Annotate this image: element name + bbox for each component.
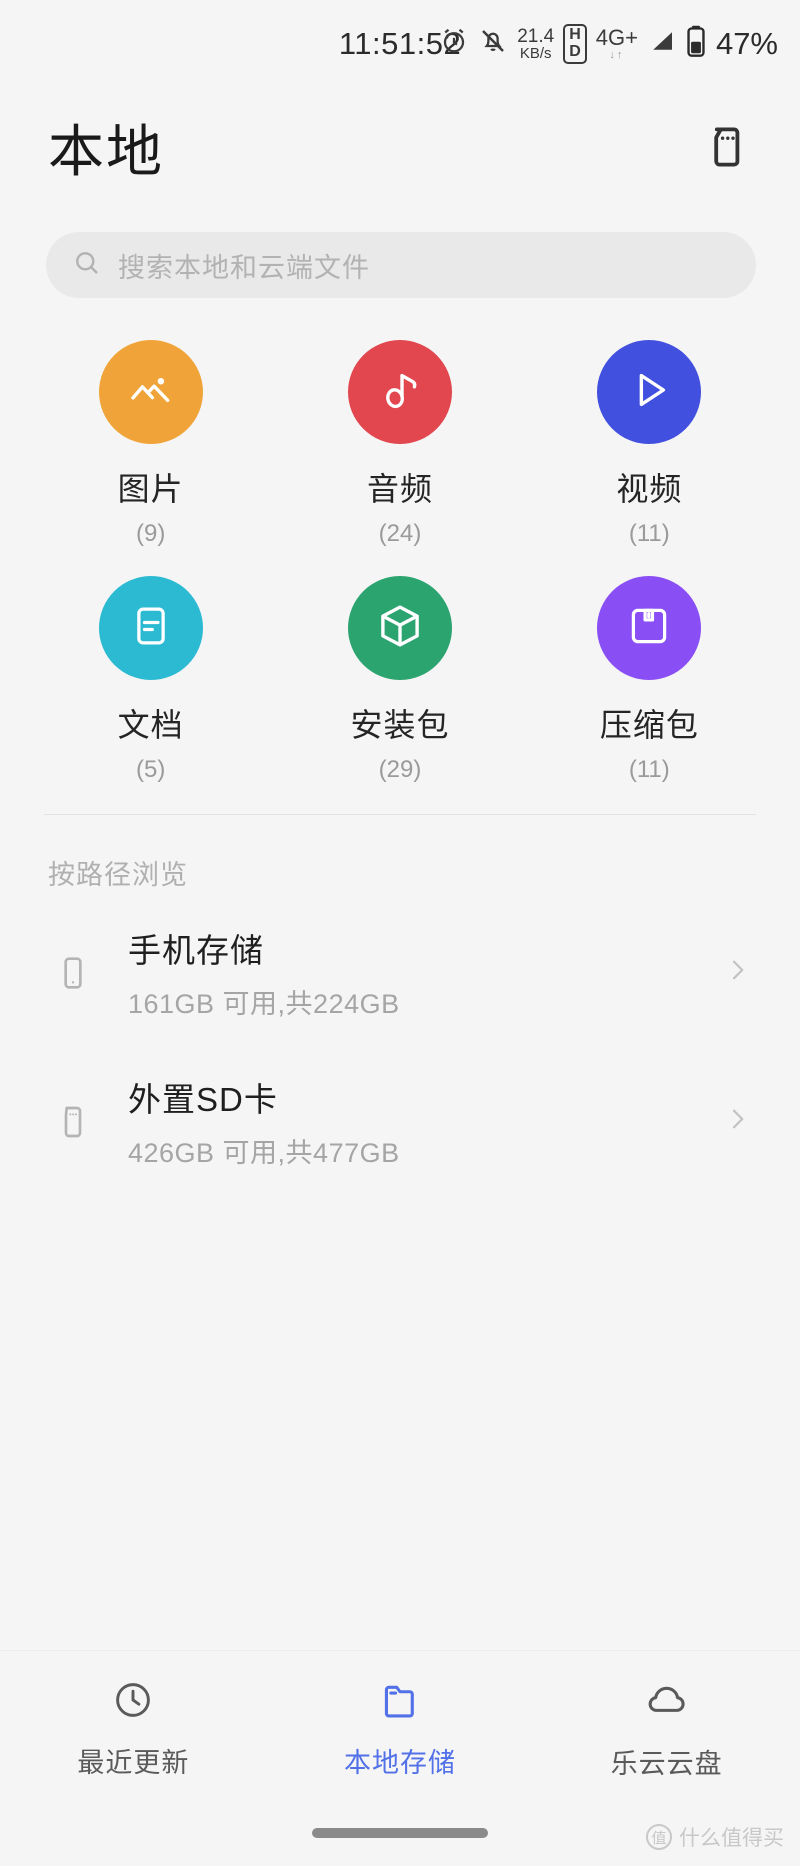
sd-card-icon [48, 1102, 98, 1142]
nav-item-local-storage[interactable]: 本地存储 [267, 1678, 534, 1780]
signal-bars-icon [647, 26, 677, 61]
bottom-navigation: 最近更新 本地存储 乐云云盘 [0, 1650, 800, 1800]
storage-name: 手机存储 [128, 932, 264, 969]
category-audio[interactable]: 音频 (24) [275, 328, 524, 548]
nav-label: 乐云云盘 [610, 1748, 723, 1779]
archive-icon [623, 600, 675, 657]
category-count: (9) [135, 520, 166, 547]
search-bar[interactable]: 搜索本地和云端文件 [46, 232, 756, 298]
storage-text: 手机存储 161GB 可用,共224GB [128, 924, 692, 1021]
cloud-icon [644, 1677, 690, 1728]
alarm-icon [439, 26, 469, 61]
image-icon [124, 363, 178, 422]
nav-label: 最近更新 [77, 1747, 190, 1778]
category-label: 音频 [366, 471, 433, 507]
category-count: (24) [378, 520, 422, 547]
storage-item-sdcard[interactable]: 外置SD卡 426GB 可用,共477GB [44, 1047, 760, 1196]
nav-label: 本地存储 [344, 1747, 456, 1778]
search-icon [72, 248, 102, 283]
category-count: (5) [135, 756, 166, 783]
storage-list: 手机存储 161GB 可用,共224GB 外置SD卡 426GB 可用,共477… [0, 898, 800, 1196]
category-grid: 图片 (9) 音频 (24) 视频 (11) 文档 (5) 安装包 (29) 压… [0, 298, 800, 784]
nav-item-recent[interactable]: 最近更新 [0, 1678, 267, 1780]
category-count: (11) [628, 520, 670, 547]
category-documents[interactable]: 文档 (5) [26, 564, 275, 784]
battery-percent: 47% [715, 25, 778, 61]
category-icon-circle [597, 576, 702, 680]
path-section-title: 按路径浏览 [48, 860, 188, 890]
category-label: 文档 [117, 707, 184, 743]
music-note-icon [373, 363, 427, 422]
sd-card-icon[interactable] [700, 119, 756, 175]
category-label: 视频 [616, 471, 683, 507]
category-label: 图片 [117, 471, 184, 507]
category-icon-circle [98, 340, 203, 444]
nav-item-cloud[interactable]: 乐云云盘 [533, 1677, 800, 1781]
category-video[interactable]: 视频 (11) [525, 328, 774, 548]
search-section: 搜索本地和云端文件 [0, 202, 800, 298]
storage-item-phone[interactable]: 手机存储 161GB 可用,共224GB [44, 898, 760, 1047]
battery-icon [686, 25, 706, 62]
storage-detail: 426GB 可用,共477GB [128, 1138, 400, 1168]
category-icon-circle [98, 576, 203, 680]
hd-icon: H D [563, 24, 587, 64]
category-count: (11) [628, 756, 670, 783]
page-title: 本地 [48, 119, 164, 183]
app-header: 本地 [0, 92, 800, 202]
network-speed: 21.4 KB/s [517, 25, 555, 62]
chevron-right-icon [722, 955, 752, 990]
storage-detail: 161GB 可用,共224GB [128, 989, 400, 1019]
chevron-right-icon [722, 1104, 752, 1139]
watermark: 值 什么值得买 [646, 1822, 784, 1852]
category-archives[interactable]: 压缩包 (11) [525, 564, 774, 784]
document-icon [125, 600, 177, 657]
category-packages[interactable]: 安装包 (29) [275, 564, 524, 784]
status-bar: 11:51:52 21.4 KB/s H D 4G+ ↓↑ 47% [0, 0, 800, 92]
storage-name: 外置SD卡 [128, 1081, 278, 1118]
clock-icon [111, 1678, 155, 1727]
category-icon-circle [597, 340, 702, 444]
home-indicator[interactable] [312, 1828, 488, 1838]
bell-muted-icon [478, 26, 508, 61]
search-input[interactable]: 搜索本地和云端文件 [118, 246, 370, 285]
status-icons: 21.4 KB/s H D 4G+ ↓↑ 47% [439, 24, 778, 64]
play-icon [622, 363, 676, 422]
category-label: 安装包 [350, 707, 450, 743]
category-images[interactable]: 图片 (9) [26, 328, 275, 548]
package-box-icon [373, 599, 427, 658]
storage-text: 外置SD卡 426GB 可用,共477GB [128, 1073, 692, 1170]
home-indicator-area: 值 什么值得买 [0, 1800, 800, 1866]
phone-storage-icon [48, 953, 98, 993]
category-count: (29) [378, 756, 422, 783]
watermark-text: 什么值得买 [679, 1827, 784, 1850]
category-icon-circle [347, 340, 452, 444]
watermark-badge: 值 [646, 1824, 672, 1850]
category-icon-circle [347, 576, 452, 680]
network-type: 4G+ ↓↑ [595, 24, 638, 61]
folder-icon [378, 1678, 422, 1727]
category-label: 压缩包 [599, 707, 699, 743]
app-screen: 11:51:52 21.4 KB/s H D 4G+ ↓↑ 47% 本地 搜索本… [0, 0, 800, 1866]
